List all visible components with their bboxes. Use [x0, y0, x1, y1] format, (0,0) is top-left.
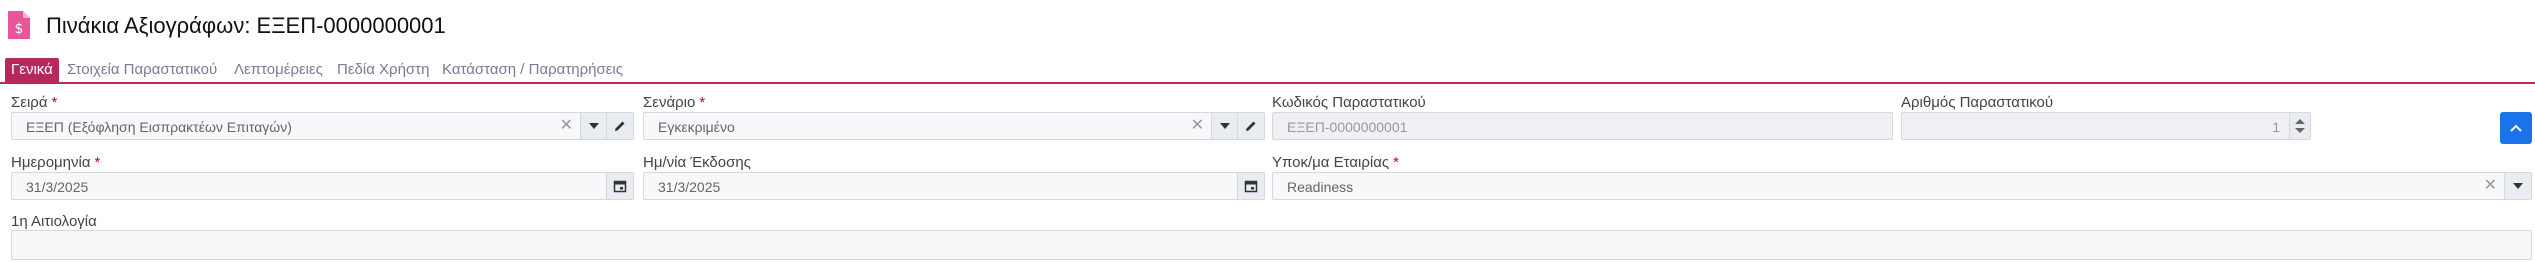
- scenario-label: Σενάριο *: [643, 94, 706, 111]
- close-icon[interactable]: ✕: [1191, 117, 1204, 135]
- number-stepper[interactable]: [2289, 113, 2310, 139]
- tab-line-details[interactable]: Λεπτομέρειες: [234, 58, 323, 82]
- stepper-up-icon[interactable]: [2295, 119, 2305, 124]
- document-dollar-icon: $: [8, 11, 30, 39]
- chevron-down-icon[interactable]: [2504, 173, 2531, 199]
- tab-bar: Γενικά Στοιχεία Παραστατικού Λεπτομέρειε…: [0, 58, 2535, 84]
- series-label: Σειρά *: [11, 94, 58, 111]
- tab-status-notes[interactable]: Κατάσταση / Παρατηρήσεις: [442, 58, 623, 82]
- branch-value: Readiness: [1287, 179, 1354, 195]
- calendar-icon[interactable]: [1237, 173, 1264, 199]
- series-value: ΕΞΕΠ (Εξόφληση Εισπρακτέων Επιταγών): [26, 119, 292, 135]
- date-label: Ημερομηνία *: [11, 154, 101, 171]
- close-icon[interactable]: ✕: [2484, 177, 2497, 195]
- chevron-down-icon[interactable]: [580, 113, 607, 139]
- scroll-top-button[interactable]: [2500, 112, 2532, 144]
- scenario-value: Εγκεκριμένο: [658, 119, 735, 135]
- doc-number-value: 1: [2272, 119, 2280, 135]
- doc-number-field[interactable]: 1: [1901, 112, 2311, 140]
- doc-number-label: Αριθμός Παραστατικού: [1901, 94, 2054, 111]
- date-value: 31/3/2025: [26, 179, 89, 195]
- doc-code-field: ΕΞΕΠ-0000000001: [1272, 112, 1893, 140]
- series-select[interactable]: ΕΞΕΠ (Εξόφληση Εισπρακτέων Επιταγών) ✕: [11, 112, 634, 140]
- doc-code-label: Κωδικός Παραστατικού: [1272, 94, 1426, 111]
- issue-date-field[interactable]: 31/3/2025: [643, 172, 1265, 200]
- pencil-icon[interactable]: [1237, 113, 1264, 139]
- pencil-icon[interactable]: [606, 113, 633, 139]
- tab-general[interactable]: Γενικά: [5, 58, 59, 82]
- tab-user-fields[interactable]: Πεδία Χρήστη: [337, 58, 429, 82]
- page-header: $ Πινάκια Αξιογράφων: ΕΞΕΠ-0000000001: [0, 0, 2535, 52]
- doc-code-value: ΕΞΕΠ-0000000001: [1287, 119, 1408, 135]
- stepper-down-icon[interactable]: [2295, 128, 2305, 133]
- date-field[interactable]: 31/3/2025: [11, 172, 634, 200]
- calendar-icon[interactable]: [606, 173, 633, 199]
- branch-select[interactable]: Readiness ✕: [1272, 172, 2532, 200]
- svg-text:$: $: [15, 21, 24, 37]
- branch-label: Υποκ/μα Εταιρίας *: [1272, 154, 1399, 171]
- issue-date-value: 31/3/2025: [658, 179, 721, 195]
- reason-label: 1η Αιτιολογία: [11, 213, 97, 230]
- chevron-down-icon[interactable]: [1211, 113, 1238, 139]
- reason-input[interactable]: [11, 230, 2532, 260]
- chevron-up-icon: [2510, 124, 2522, 132]
- scenario-select[interactable]: Εγκεκριμένο ✕: [643, 112, 1265, 140]
- page-title: Πινάκια Αξιογράφων: ΕΞΕΠ-0000000001: [46, 13, 446, 38]
- issue-date-label: Ημ/νία Έκδοσης: [643, 154, 751, 171]
- close-icon[interactable]: ✕: [560, 117, 573, 135]
- tab-document-details[interactable]: Στοιχεία Παραστατικού: [67, 58, 217, 82]
